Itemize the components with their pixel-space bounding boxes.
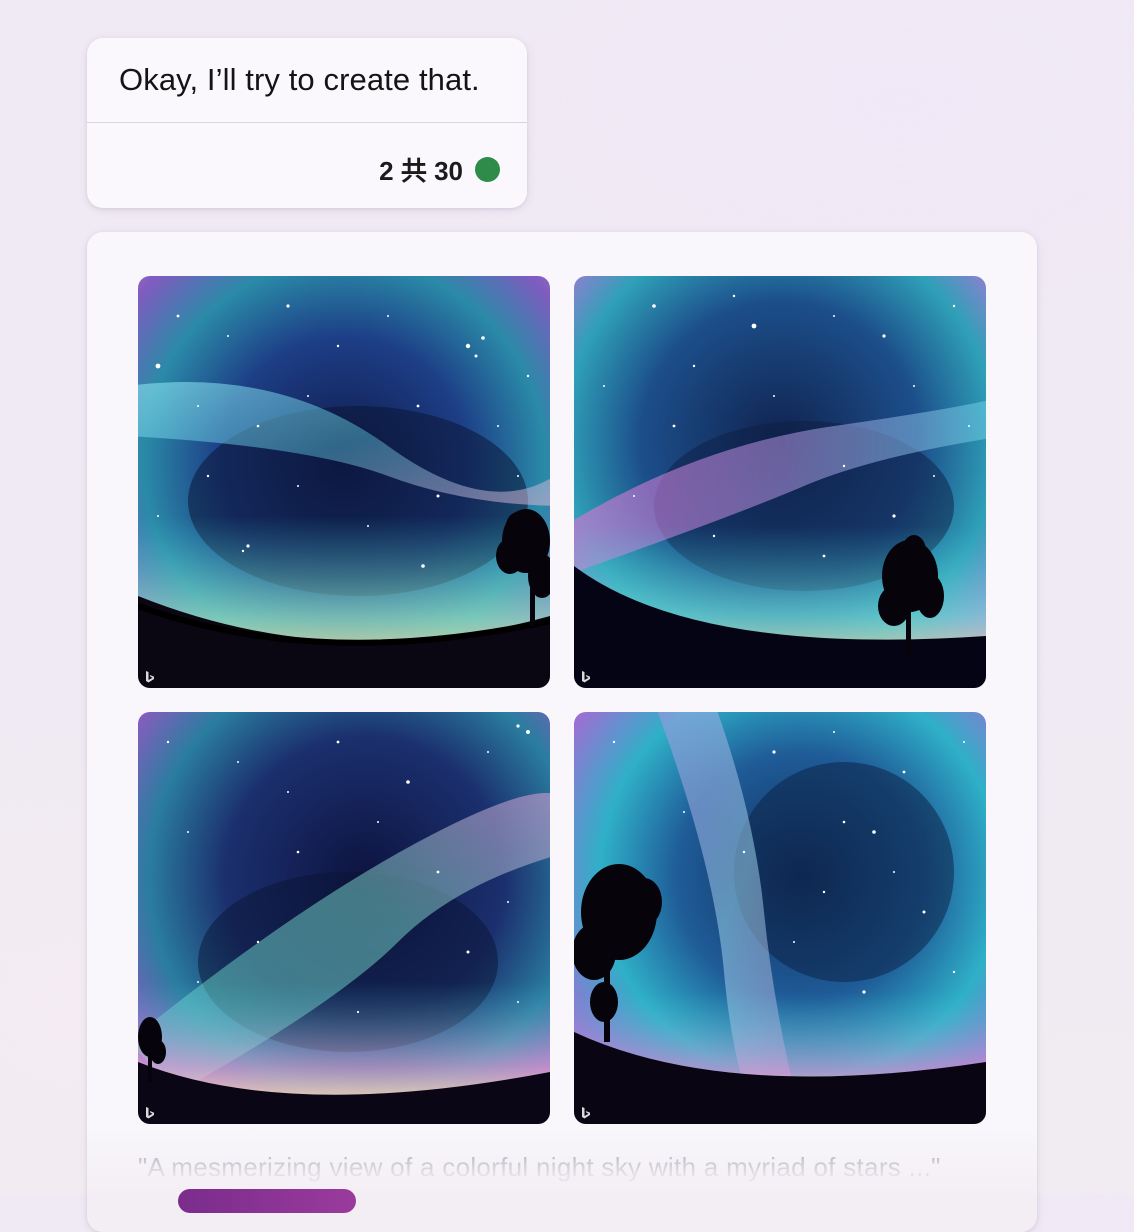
generated-image-4[interactable] [574,712,986,1124]
message-footer: 2 共 30 [379,151,500,188]
turn-counter: 2 共 30 [379,156,463,186]
generated-image-2[interactable] [574,276,986,688]
night-sky-image [138,276,550,688]
status-dot-icon [475,157,500,182]
bing-logo-icon [146,1107,154,1119]
night-sky-image [138,712,550,1124]
generated-image-3[interactable] [138,712,550,1124]
generated-images-card: "A mesmerizing view of a colorful night … [87,232,1037,1232]
bing-logo-icon [582,671,590,683]
message-divider [87,122,527,123]
night-sky-image [574,276,986,688]
bottom-action-pill[interactable] [178,1189,356,1213]
bing-logo-icon [582,1107,590,1119]
night-sky-image [574,712,986,1124]
assistant-message-bubble: Okay, I’ll try to create that. 2 共 30 [87,38,527,208]
image-prompt-caption[interactable]: "A mesmerizing view of a colorful night … [138,1152,941,1183]
bing-logo-icon [146,671,154,683]
generated-image-1[interactable] [138,276,550,688]
message-text: Okay, I’ll try to create that. [119,62,480,97]
